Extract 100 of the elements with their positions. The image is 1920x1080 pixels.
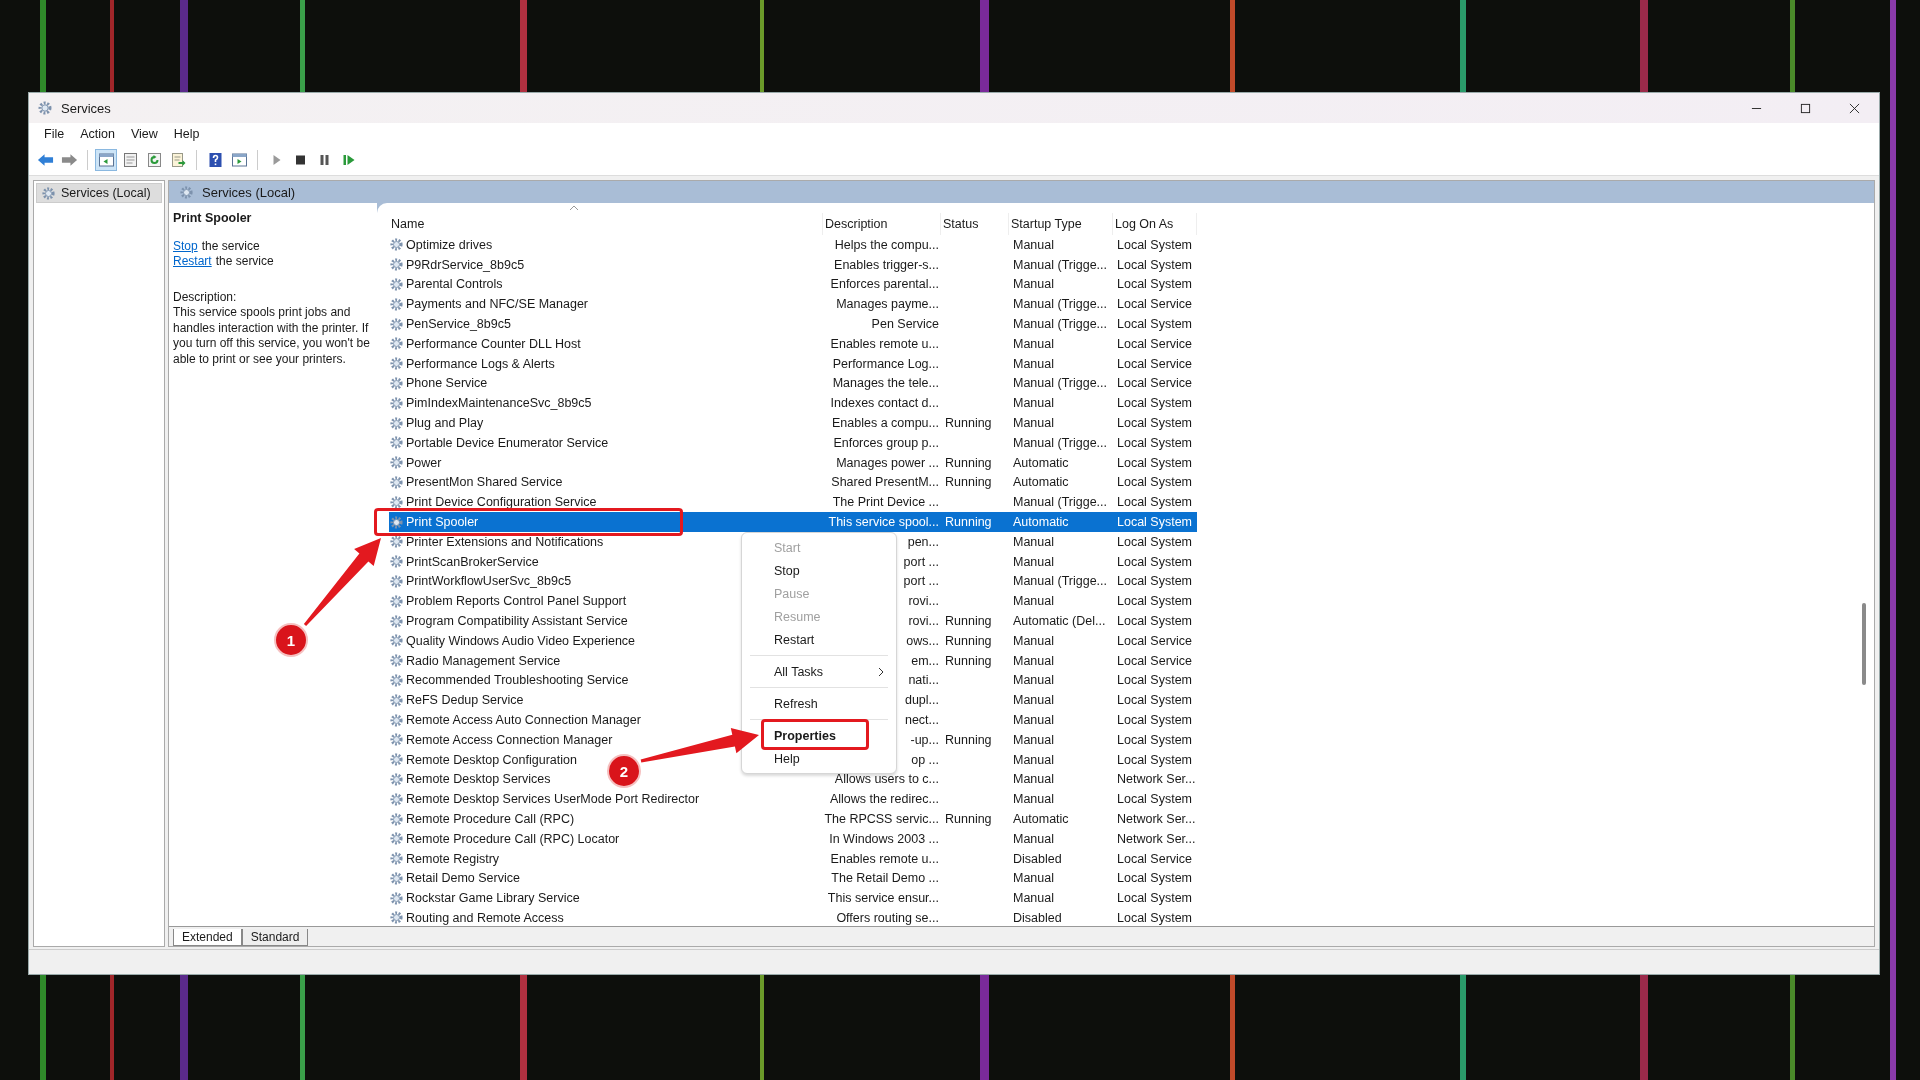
table-cell: Running [945, 732, 992, 747]
service-name[interactable]: P9RdrService_8b9c5 [406, 257, 525, 272]
table-cell: pen... [907, 534, 939, 549]
table-cell: Enables a compu... [832, 416, 939, 431]
view-tab[interactable]: Standard [241, 929, 309, 946]
service-name[interactable]: Remote Registry [406, 851, 500, 866]
gear-icon [389, 811, 404, 827]
service-name[interactable]: Print Device Configuration Service [406, 495, 597, 510]
table-cell: Local System [1117, 911, 1193, 925]
service-name[interactable]: Portable Device Enumerator Service [406, 435, 609, 450]
menu-item[interactable]: Refresh [774, 696, 818, 711]
action-link[interactable]: Restart [173, 254, 212, 268]
table-cell: Manual [1013, 554, 1054, 569]
close-icon[interactable] [1849, 102, 1860, 114]
menu-item[interactable]: Help [774, 751, 800, 766]
table-cell: Local System [1117, 614, 1193, 629]
table-cell: Running [945, 812, 992, 826]
column-header[interactable]: Startup Type [1009, 213, 1113, 235]
gear-icon [389, 257, 404, 273]
service-name[interactable]: Performance Logs & Alerts [406, 356, 555, 371]
service-name[interactable]: Print Spooler [406, 515, 479, 530]
service-name[interactable]: ReFS Dedup Service [406, 693, 524, 708]
gear-icon [389, 316, 404, 332]
service-name[interactable]: Remote Desktop Services UserMode Port Redirector [406, 792, 700, 807]
service-name[interactable]: Rockstar Game Library Service [406, 891, 580, 906]
gear-icon [389, 336, 404, 352]
service-name[interactable]: Remote Procedure Call (RPC) [406, 812, 575, 826]
table-cell: Manual [1013, 356, 1054, 371]
table-cell: Local System [1117, 475, 1193, 490]
column-header[interactable]: Status [941, 213, 1009, 235]
table-cell: Local System [1117, 693, 1193, 708]
table-cell: nati... [908, 673, 939, 688]
column-header[interactable]: Log On As [1113, 213, 1197, 235]
view-tab[interactable]: Extended [173, 929, 242, 946]
table-cell: Disabled [1013, 911, 1062, 925]
table-cell: Manual [1013, 772, 1054, 787]
tree-item[interactable]: Services (Local) [36, 183, 162, 203]
service-name[interactable]: Performance Counter DLL Host [406, 336, 581, 351]
table-cell: Local System [1117, 277, 1193, 292]
service-name[interactable]: PrintWorkflowUserSvc_8b9c5 [406, 574, 572, 589]
service-name[interactable]: Routing and Remote Access [406, 911, 564, 925]
service-name[interactable]: Parental Controls [406, 277, 503, 292]
gear-icon [389, 593, 404, 609]
maximize-icon[interactable] [1800, 102, 1811, 114]
column-header[interactable]: Name [389, 213, 823, 235]
menu-item[interactable]: Help [166, 127, 207, 141]
service-name[interactable]: Power [406, 455, 442, 470]
service-name[interactable]: Quality Windows Audio Video Experience [406, 633, 636, 648]
column-header[interactable]: Description [823, 213, 941, 235]
service-name[interactable]: Program Compatibility Assistant Service [406, 614, 628, 629]
menu-item[interactable]: View [123, 127, 165, 141]
menu-item[interactable]: Properties [774, 728, 836, 743]
service-name[interactable]: Printer Extensions and Notifications [406, 534, 604, 549]
service-name[interactable]: Radio Management Service [406, 653, 561, 668]
service-name[interactable]: Remote Desktop Configuration [406, 752, 577, 767]
gear-icon [389, 653, 404, 669]
menu-item[interactable]: Restart [774, 632, 815, 647]
gear-icon [389, 296, 404, 312]
action-link[interactable]: Stop [173, 238, 198, 253]
row-highlight[interactable]: Print Spooler This service spool... Running Automatic Local System [389, 512, 1197, 532]
menu-item[interactable]: Action [73, 127, 122, 141]
menu-item[interactable]: All Tasks [774, 664, 824, 679]
gear-icon [37, 100, 53, 116]
table-cell: Automatic [1013, 515, 1069, 530]
menu-item[interactable]: Stop [774, 563, 800, 578]
refresh-icon [145, 152, 163, 168]
service-name[interactable]: Recommended Troubleshooting Service [406, 673, 629, 688]
service-name[interactable]: Problem Reports Control Panel Support [406, 594, 627, 609]
gear-icon [389, 672, 404, 688]
service-name[interactable]: Payments and NFC/SE Manager [406, 297, 589, 312]
service-name[interactable]: Retail Demo Service [406, 871, 520, 886]
service-name[interactable]: Remote Desktop Services [406, 772, 551, 787]
tree-label: Services (Local) [61, 186, 151, 200]
service-name[interactable]: Remote Access Auto Connection Manager [406, 713, 641, 727]
table-cell: Local System [1117, 594, 1193, 609]
menu-item[interactable]: File [37, 127, 72, 141]
table-cell: Manages payme... [836, 297, 939, 312]
service-name[interactable]: Optimize drives [406, 237, 493, 252]
service-name[interactable]: PrintScanBrokerService [406, 554, 539, 569]
table-cell: Disabled [1013, 851, 1062, 866]
back-arrow-icon [36, 152, 54, 168]
service-name[interactable]: Remote Access Connection Manager [406, 732, 613, 747]
table-cell: Manual [1013, 237, 1054, 252]
table-cell: Local System [1117, 891, 1193, 906]
service-name[interactable]: PenService_8b9c5 [406, 317, 511, 332]
service-name[interactable]: PimIndexMaintenanceSvc_8b9c5 [406, 396, 592, 411]
service-name[interactable]: PresentMon Shared Service [406, 475, 563, 490]
gear-icon [389, 474, 404, 490]
scrollbar-thumb[interactable] [1862, 603, 1866, 685]
table-cell: Manual [1013, 792, 1054, 807]
table-cell: Allows the redirec... [829, 792, 939, 807]
table-cell: This service ensur... [827, 891, 939, 906]
window-title: Services [61, 100, 111, 116]
table-cell: Local System [1117, 435, 1193, 450]
table-cell: Manual [1013, 891, 1054, 906]
table-cell: Local System [1117, 713, 1193, 727]
service-name[interactable]: Remote Procedure Call (RPC) Locator [406, 831, 620, 846]
service-name[interactable]: Plug and Play [406, 416, 484, 431]
table-cell: Local System [1117, 871, 1193, 886]
service-name[interactable]: Phone Service [406, 376, 488, 391]
